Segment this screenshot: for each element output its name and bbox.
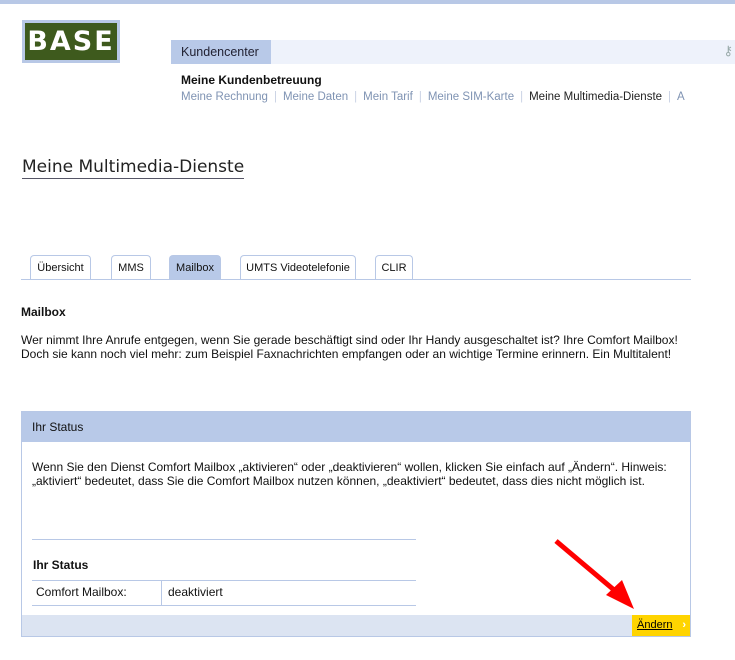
tab-umts-videotelefonie[interactable]: UMTS Videotelefonie [240, 255, 356, 279]
base-logo[interactable]: BASE [22, 20, 120, 63]
nav-meine-rechnung[interactable]: Meine Rechnung [181, 91, 268, 103]
tab-divider [21, 279, 691, 280]
nav-more[interactable]: A [677, 91, 685, 103]
nav-separator: | [668, 91, 672, 103]
nav-separator: | [520, 91, 524, 103]
page-title: Meine Multimedia-Dienste [22, 157, 245, 179]
sub-navigation: Meine Rechnung | Meine Daten | Mein Tarif | Me… [181, 90, 733, 104]
nav-separator: | [354, 91, 358, 103]
nav-meine-multimedia-dienste[interactable]: Meine Multimedia-Dienste [529, 91, 662, 103]
nav-meine-sim-karte[interactable]: Meine SIM-Karte [428, 91, 514, 103]
status-label: Comfort Mailbox: [32, 581, 162, 605]
top-bar [0, 0, 735, 4]
aendern-button[interactable]: Ändern › [632, 615, 690, 636]
kundencenter-bar: Kundencenter ⚷ [171, 40, 735, 64]
tab-mailbox[interactable]: Mailbox [169, 255, 221, 279]
chevron-right-icon: › [682, 619, 686, 631]
status-box-footer: Ändern › [22, 615, 690, 636]
section-heading: Mailbox [21, 305, 66, 319]
nav-meine-daten[interactable]: Meine Daten [283, 91, 348, 103]
status-value: deaktiviert [168, 585, 223, 599]
aendern-label: Ändern [637, 619, 673, 631]
arrow-shaft [554, 539, 622, 597]
status-table-row: Comfort Mailbox: deaktiviert [32, 580, 416, 606]
status-box-text: Wenn Sie den Dienst Comfort Mailbox „akt… [32, 460, 667, 488]
divider [32, 539, 416, 540]
red-arrow-annotation [554, 539, 634, 609]
tab-uebersicht[interactable]: Übersicht [30, 255, 91, 279]
status-box-header: Ihr Status [22, 412, 690, 442]
kundencenter-label[interactable]: Kundencenter [171, 40, 271, 64]
section-description: Wer nimmt Ihre Anrufe entgegen, wenn Sie… [21, 333, 678, 361]
nav-separator: | [418, 91, 422, 103]
nav-separator: | [273, 91, 277, 103]
tab-clir[interactable]: CLIR [375, 255, 413, 279]
status-heading: Ihr Status [33, 558, 89, 572]
nav-mein-tarif[interactable]: Mein Tarif [363, 91, 413, 103]
nav-heading[interactable]: Meine Kundenbetreuung [181, 73, 322, 87]
tab-mms[interactable]: MMS [111, 255, 151, 279]
key-icon[interactable]: ⚷ [723, 43, 733, 59]
